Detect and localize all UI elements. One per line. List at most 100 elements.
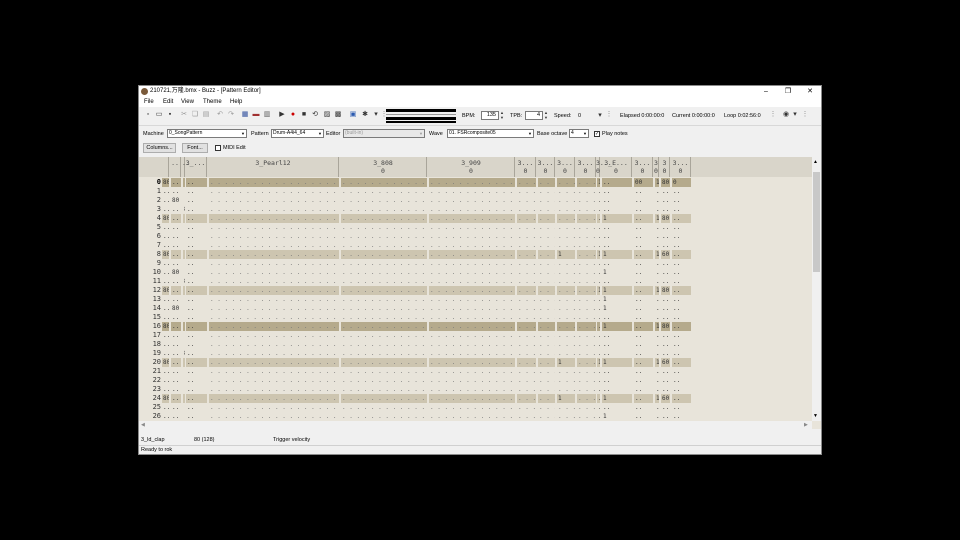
table-row[interactable]: 15......... . . . . . . . . . . . . . . … bbox=[139, 313, 812, 322]
pattern-cell[interactable]: .. bbox=[672, 412, 691, 421]
pattern-cell[interactable]: .. bbox=[602, 259, 632, 268]
track-header-col[interactable]: 3_E... 0 bbox=[601, 157, 632, 177]
pattern-cell[interactable]: .. bbox=[655, 241, 659, 250]
pattern-cell[interactable]: .. bbox=[162, 340, 169, 349]
pattern-cell[interactable]: . . . . bbox=[557, 412, 575, 421]
pattern-cell[interactable]: . . . . bbox=[557, 223, 575, 232]
pattern-cell[interactable]: . . . . . . . . . . . . . . . . . . . . … bbox=[209, 313, 339, 322]
table-row[interactable]: 080....... . . . . . . . . . . . . . . .… bbox=[139, 178, 812, 187]
pattern-cell[interactable]: . . . . bbox=[557, 376, 575, 385]
pattern-cell[interactable]: .. bbox=[655, 313, 659, 322]
pattern-cell[interactable]: . . . . bbox=[557, 259, 575, 268]
machine-view-icon[interactable]: ▦ bbox=[241, 111, 249, 119]
pattern-cell[interactable]: .. bbox=[171, 376, 181, 385]
pattern-cell[interactable]: .. bbox=[171, 232, 181, 241]
pattern-cell[interactable]: .. bbox=[661, 331, 670, 340]
pattern-cell[interactable]: .. bbox=[186, 412, 207, 421]
pattern-cell[interactable]: . . . . . bbox=[517, 322, 536, 331]
pattern-cell[interactable]: . . . . bbox=[538, 286, 555, 295]
pattern-cell[interactable]: . . . . . . . . . . . . . . . . . . . . … bbox=[429, 295, 515, 304]
pattern-cell[interactable]: . . . . bbox=[557, 205, 575, 214]
pattern-cell[interactable]: .. bbox=[634, 322, 653, 331]
pattern-cell[interactable]: .. bbox=[597, 259, 600, 268]
pattern-cell[interactable]: . . . . . bbox=[577, 178, 596, 187]
pattern-cell[interactable]: .. bbox=[661, 304, 670, 313]
pattern-cell[interactable]: . . . . . bbox=[577, 394, 596, 403]
pattern-cell[interactable]: 60 bbox=[661, 394, 670, 403]
pattern-cell[interactable]: .. bbox=[186, 196, 207, 205]
pattern-cell[interactable]: . . . . . . . . . . . . . . . . . . . . … bbox=[209, 340, 339, 349]
table-row[interactable]: 480....... . . . . . . . . . . . . . . .… bbox=[139, 214, 812, 223]
pattern-cell[interactable]: .. bbox=[183, 304, 185, 313]
pattern-cell[interactable]: .. bbox=[602, 331, 632, 340]
pattern-cell[interactable]: .. bbox=[602, 376, 632, 385]
table-row[interactable]: 1......... . . . . . . . . . . . . . . .… bbox=[139, 187, 812, 196]
pattern-cell[interactable]: .. bbox=[183, 376, 185, 385]
pattern-cell[interactable]: .. bbox=[183, 178, 185, 187]
pattern-cell[interactable]: . . . . bbox=[538, 187, 555, 196]
pattern-cell[interactable]: . . . . bbox=[538, 403, 555, 412]
pattern-cell[interactable]: . . . . . bbox=[577, 205, 596, 214]
pattern-cell[interactable]: . . . . . . . . . . . . . . . . . . . . … bbox=[209, 277, 339, 286]
menu-file[interactable]: File bbox=[144, 97, 154, 107]
pattern-cell[interactable]: .. bbox=[655, 277, 659, 286]
pattern-cell[interactable]: .. bbox=[655, 331, 659, 340]
pattern-cell[interactable]: .. bbox=[186, 367, 207, 376]
pattern-cell[interactable]: . . . . . bbox=[517, 331, 536, 340]
track-header-col[interactable]: 3_... bbox=[185, 157, 207, 177]
pattern-cell[interactable]: . . . . . . . . . . . . . . . . . . . . … bbox=[341, 403, 427, 412]
pattern-cell[interactable]: . . . . . bbox=[577, 232, 596, 241]
pattern-cell[interactable]: . . . . . bbox=[517, 394, 536, 403]
track-header-col[interactable]: 3_909 0 bbox=[428, 157, 515, 177]
pattern-cell[interactable]: . . . . . . . . . . . . . . . . . . . . … bbox=[429, 394, 515, 403]
table-row[interactable]: 22......... . . . . . . . . . . . . . . … bbox=[139, 376, 812, 385]
pattern-cell[interactable]: . . . . bbox=[557, 277, 575, 286]
pattern-cell[interactable]: .. bbox=[661, 241, 670, 250]
pattern-cell[interactable]: .. bbox=[183, 367, 185, 376]
font-button[interactable]: Font... bbox=[182, 143, 208, 153]
title-bar[interactable]: 210721,万隆.bmx - Buzz - [Pattern Editor] … bbox=[139, 86, 821, 97]
paste-icon[interactable]: ▤ bbox=[202, 111, 210, 119]
wavetable-icon[interactable]: ▨ bbox=[323, 111, 331, 119]
pattern-cell[interactable]: .. bbox=[634, 313, 653, 322]
speed-dropdown-icon[interactable]: ▾ bbox=[596, 112, 604, 120]
pattern-cell[interactable]: .. bbox=[602, 196, 632, 205]
table-row[interactable]: 26......... . . . . . . . . . . . . . . … bbox=[139, 412, 812, 421]
pattern-cell[interactable]: .. bbox=[597, 394, 600, 403]
pattern-cell[interactable]: .. bbox=[186, 268, 207, 277]
scrollbar-thumb[interactable] bbox=[813, 172, 820, 272]
pattern-cell[interactable]: 1 bbox=[655, 214, 659, 223]
pattern-cell[interactable]: .. bbox=[183, 196, 185, 205]
pattern-cell[interactable]: .. bbox=[634, 232, 653, 241]
pattern-cell[interactable]: 1 bbox=[602, 286, 632, 295]
pattern-cell[interactable]: .. bbox=[634, 385, 653, 394]
pattern-cell[interactable]: .. bbox=[186, 313, 207, 322]
pattern-cell[interactable]: . . . . . bbox=[517, 385, 536, 394]
pattern-cell[interactable]: . . . . . bbox=[517, 178, 536, 187]
pattern-cell[interactable]: . . . . . bbox=[577, 331, 596, 340]
pattern-cell[interactable]: . . . . . . . . . . . . . . . . . . . . … bbox=[341, 376, 427, 385]
pattern-cell[interactable]: .. bbox=[672, 403, 691, 412]
pattern-cell[interactable]: .. bbox=[162, 313, 169, 322]
pattern-cell[interactable]: .. bbox=[183, 286, 185, 295]
redo-icon[interactable]: ↷ bbox=[227, 111, 235, 119]
pattern-cell[interactable]: . . . . . . . . . . . . . . . . . . . . … bbox=[209, 295, 339, 304]
table-row[interactable]: 17......... . . . . . . . . . . . . . . … bbox=[139, 331, 812, 340]
pattern-cell[interactable]: . . . . . . . . . . . . . . . . . . . . … bbox=[429, 214, 515, 223]
track-header-col[interactable]: 3... 0 bbox=[516, 157, 536, 177]
pattern-cell[interactable]: .. bbox=[672, 277, 691, 286]
pattern-cell[interactable]: . . . . . . . . . . . . . . . . . . . . … bbox=[341, 322, 427, 331]
pattern-cell[interactable]: .. bbox=[183, 385, 185, 394]
pattern-cell[interactable]: .. bbox=[597, 187, 600, 196]
table-row[interactable]: 1280....... . . . . . . . . . . . . . . … bbox=[139, 286, 812, 295]
pattern-cell[interactable]: . . . . bbox=[538, 340, 555, 349]
menu-view[interactable]: View bbox=[181, 97, 194, 107]
pattern-cell[interactable]: .. bbox=[602, 277, 632, 286]
pattern-cell[interactable]: . . . . . . . . . . . . . . . . . . . . … bbox=[429, 412, 515, 421]
pattern-cell[interactable]: . . . . . bbox=[577, 376, 596, 385]
pattern-cell[interactable]: 80 bbox=[162, 394, 169, 403]
pattern-cell[interactable]: .. bbox=[602, 223, 632, 232]
pattern-cell[interactable]: .. bbox=[655, 403, 659, 412]
scroll-up-icon[interactable]: ▲ bbox=[813, 159, 818, 165]
pattern-cell[interactable]: . . . . . bbox=[517, 286, 536, 295]
